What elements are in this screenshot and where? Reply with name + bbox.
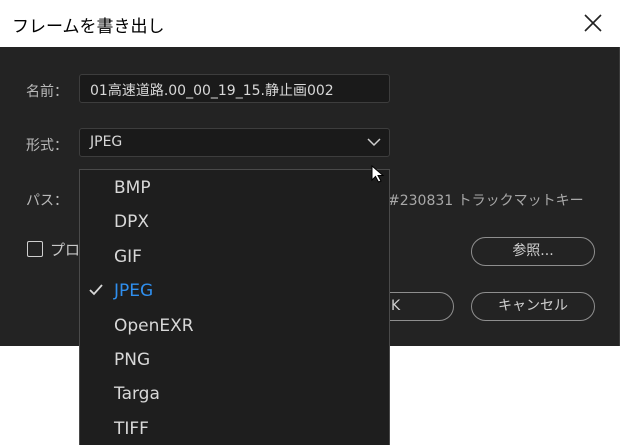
option-dpx[interactable]: DPX — [114, 212, 149, 232]
browse-button[interactable]: 参照... — [471, 237, 595, 266]
format-dropdown-list: BMP DPX GIF JPEG OpenEXR PNG Targa TIFF — [79, 169, 390, 445]
cancel-button[interactable]: キャンセル — [471, 292, 595, 321]
option-jpeg[interactable]: JPEG — [114, 281, 153, 301]
mouse-cursor-icon — [371, 165, 385, 183]
close-icon[interactable] — [578, 8, 608, 38]
option-bmp[interactable]: BMP — [114, 178, 151, 198]
path-value: #230831 トラックマットキー — [388, 193, 584, 209]
path-label: パス： — [26, 193, 68, 209]
title-bar: フレームを書き出し — [0, 0, 620, 47]
name-input-value: 01高速道路.00_00_19_15.静止画002 — [90, 83, 334, 99]
option-targa[interactable]: Targa — [114, 384, 160, 404]
name-input[interactable]: 01高速道路.00_00_19_15.静止画002 — [79, 74, 390, 103]
format-select[interactable]: JPEG — [79, 128, 390, 157]
import-into-project-checkbox[interactable] — [27, 241, 43, 257]
format-label: 形式： — [26, 138, 68, 154]
option-openexr[interactable]: OpenEXR — [114, 316, 194, 336]
option-png[interactable]: PNG — [114, 350, 150, 370]
checkbox-label: プロ — [50, 241, 81, 259]
checkmark-icon — [89, 284, 103, 296]
option-tiff[interactable]: TIFF — [114, 419, 149, 439]
name-label: 名前： — [26, 84, 68, 100]
dialog-title: フレームを書き出し — [12, 17, 165, 37]
format-select-value: JPEG — [90, 134, 123, 150]
option-gif[interactable]: GIF — [114, 247, 142, 267]
chevron-down-icon — [367, 138, 381, 147]
